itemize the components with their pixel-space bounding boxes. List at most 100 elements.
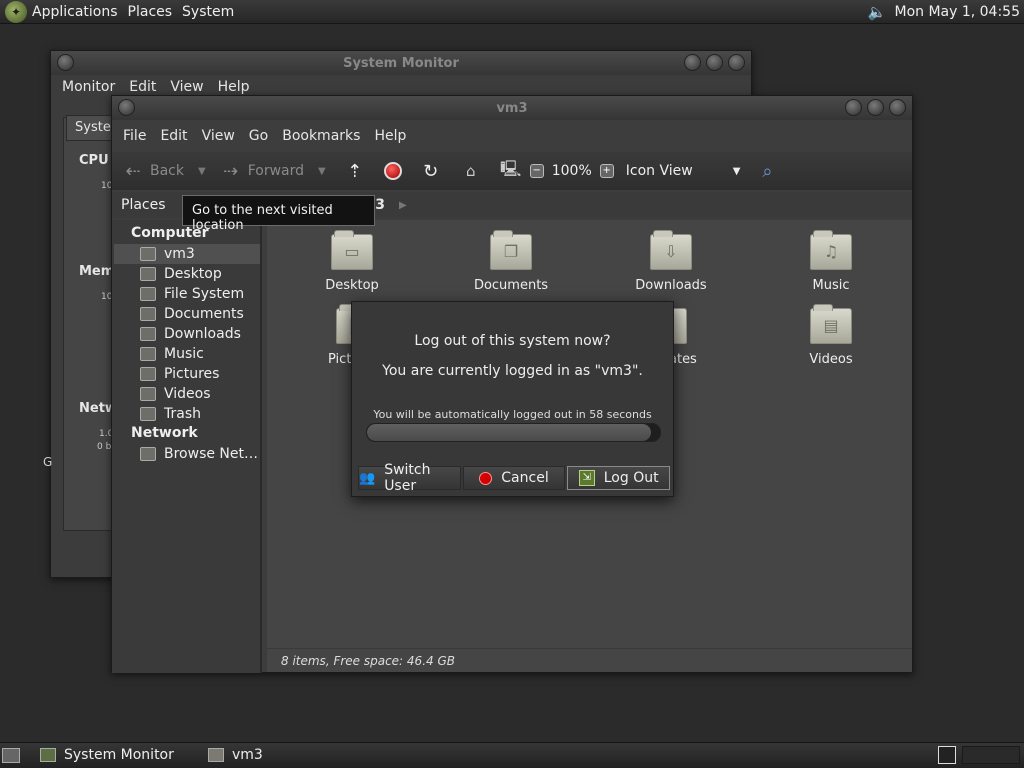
menu-system[interactable]: System: [177, 4, 239, 20]
volume-icon[interactable]: 🔈: [868, 3, 887, 21]
task-vm3[interactable]: vm3: [208, 747, 263, 763]
sidebar-item-file-system[interactable]: File System: [114, 284, 260, 304]
back-button[interactable]: ⇠ Back: [122, 160, 184, 182]
sidebar-item-documents[interactable]: Documents: [114, 304, 260, 324]
sidebar-item-label: Downloads: [164, 326, 241, 342]
downloads-folder-icon: ⇩: [650, 230, 692, 270]
videos-folder-icon: ▤: [810, 304, 852, 344]
documents-folder-icon: ❐: [490, 230, 532, 270]
menu-bookmarks[interactable]: Bookmarks: [275, 128, 367, 144]
file-item-label: Videos: [809, 352, 853, 367]
sidebar-item-trash[interactable]: Trash: [114, 404, 260, 424]
sidebar-item-label: Trash: [164, 406, 201, 422]
titlebar[interactable]: System Monitor: [51, 51, 751, 75]
folder-icon: [140, 347, 156, 361]
sidebar-item-vm3[interactable]: vm3: [114, 244, 260, 264]
sidebar-item-label: vm3: [164, 246, 195, 262]
places-selector[interactable]: Places: [121, 197, 166, 213]
music-folder-icon: ♫: [810, 230, 852, 270]
task-label: System Monitor: [64, 747, 174, 763]
search-icon[interactable]: ⌕: [756, 160, 778, 182]
up-icon[interactable]: ⇡: [344, 160, 366, 182]
sidebar-item-desktop[interactable]: Desktop: [114, 264, 260, 284]
status-bar: 8 items, Free space: 46.4 GB: [267, 648, 912, 672]
file-item-documents[interactable]: ❐ Documents: [461, 230, 561, 293]
back-arrow-icon: ⇠: [125, 160, 141, 182]
menu-applications[interactable]: Applications: [27, 4, 123, 20]
workspace-switcher-1[interactable]: [938, 746, 956, 764]
menu-places[interactable]: Places: [123, 4, 178, 20]
sidebar-item-label: Documents: [164, 306, 244, 322]
folder-icon: [140, 307, 156, 321]
forward-button[interactable]: ⇢ Forward: [220, 160, 304, 182]
file-item-downloads[interactable]: ⇩ Downloads: [621, 230, 721, 293]
forward-label: Forward: [247, 163, 305, 179]
sidebar-item-label: Browse Net…: [164, 446, 259, 462]
switch-user-button[interactable]: 👥 Switch User: [358, 462, 461, 494]
logout-label: Log Out: [603, 470, 659, 486]
zoom-out-icon[interactable]: −: [529, 164, 544, 178]
titlebar[interactable]: vm3: [112, 96, 912, 120]
menu-edit[interactable]: Edit: [122, 79, 163, 95]
window-menu-icon[interactable]: [57, 54, 74, 71]
menu-go[interactable]: Go: [242, 128, 275, 144]
back-label: Back: [150, 163, 184, 179]
menu-file[interactable]: File: [116, 128, 153, 144]
view-mode-select[interactable]: Icon View ▼: [626, 163, 741, 179]
cpu-heading: CPU: [79, 153, 109, 168]
menu-monitor[interactable]: Monitor: [55, 79, 122, 95]
minimize-button[interactable]: [845, 99, 862, 116]
sidebar-item-downloads[interactable]: Downloads: [114, 324, 260, 344]
menu-view[interactable]: View: [163, 79, 210, 95]
menu-help[interactable]: Help: [367, 128, 413, 144]
file-item-videos[interactable]: ▤ Videos: [781, 304, 881, 367]
cancel-icon: [479, 471, 493, 485]
distro-logo-icon[interactable]: ✦: [5, 0, 27, 23]
file-item-desktop[interactable]: ▭ Desktop: [302, 230, 402, 293]
task-label: vm3: [232, 747, 263, 763]
forward-history-dropdown[interactable]: ▼: [318, 166, 326, 177]
logout-button[interactable]: ⇲ Log Out: [567, 466, 671, 490]
view-mode-label: Icon View: [625, 163, 693, 179]
sidebar-item-label: Pictures: [164, 366, 220, 382]
sidebar-item-videos[interactable]: Videos: [114, 384, 260, 404]
logout-countdown: You will be automatically logged out in …: [373, 408, 652, 421]
close-button[interactable]: [728, 54, 745, 71]
minimize-button[interactable]: [684, 54, 701, 71]
computer-icon[interactable]: 🖳: [500, 159, 522, 182]
folder-icon: [140, 387, 156, 401]
menubar: File Edit View Go Bookmarks Help: [112, 124, 912, 148]
sidebar-item-browse-network[interactable]: Browse Net…: [114, 444, 260, 464]
dialog-title: Log out of this system now?: [414, 333, 611, 349]
reload-icon[interactable]: ↻: [420, 160, 442, 182]
home-folder-icon: [208, 748, 224, 762]
window-title: vm3: [496, 100, 528, 116]
cancel-label: Cancel: [501, 470, 549, 486]
menu-help[interactable]: Help: [211, 79, 257, 95]
back-history-dropdown[interactable]: ▼: [198, 166, 206, 177]
home-icon[interactable]: ⌂: [460, 160, 482, 182]
window-menu-icon[interactable]: [118, 99, 135, 116]
sidebar-item-label: Videos: [164, 386, 211, 402]
close-button[interactable]: [889, 99, 906, 116]
file-item-music[interactable]: ♫ Music: [781, 230, 881, 293]
menu-edit[interactable]: Edit: [153, 128, 194, 144]
clock[interactable]: Mon May 1, 04:55: [894, 4, 1020, 20]
cancel-button[interactable]: Cancel: [462, 466, 566, 490]
zoom-in-icon[interactable]: +: [599, 164, 614, 178]
stop-button[interactable]: [383, 162, 402, 180]
menu-view[interactable]: View: [195, 128, 242, 144]
stop-icon: [383, 162, 402, 180]
file-item-label: Pict: [328, 352, 352, 367]
sidebar-item-music[interactable]: Music: [114, 344, 260, 364]
sidebar-heading-network: Network: [131, 425, 198, 441]
sidebar-item-pictures[interactable]: Pictures: [114, 364, 260, 384]
home-icon: [140, 247, 156, 261]
logout-progress-bar: [366, 423, 661, 442]
maximize-button[interactable]: [867, 99, 884, 116]
path-scroll-right-icon[interactable]: ▶: [399, 200, 407, 211]
maximize-button[interactable]: [706, 54, 723, 71]
workspace-switcher-2[interactable]: [962, 746, 1020, 764]
task-system-monitor[interactable]: System Monitor: [40, 747, 174, 763]
show-desktop-icon[interactable]: [2, 748, 20, 763]
